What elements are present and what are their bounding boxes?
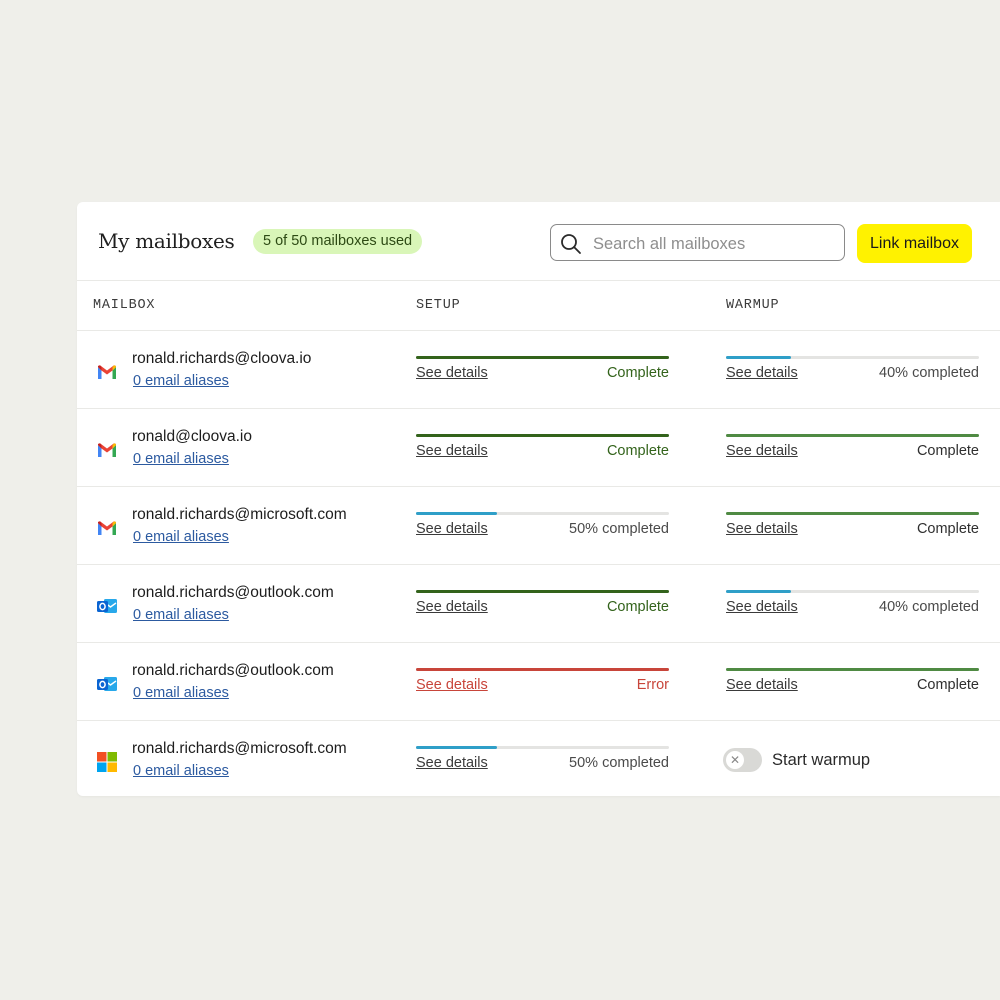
close-icon: ✕ <box>726 751 744 769</box>
status-text: Complete <box>606 443 669 459</box>
setup-progress: See details Error <box>416 668 669 693</box>
see-details-link[interactable]: See details <box>726 599 798 615</box>
progress-track <box>416 746 669 749</box>
progress-track <box>726 512 979 515</box>
progress-track <box>726 356 979 359</box>
progress-track <box>416 512 669 515</box>
setup-progress: See details 50% completed <box>416 512 669 537</box>
mailbox-email: ronald.richards@microsoft.com <box>132 740 347 757</box>
see-details-link[interactable]: See details <box>416 599 488 615</box>
status-text: Error <box>636 677 669 693</box>
status-text: 50% completed <box>569 521 669 537</box>
progress-fill <box>416 746 497 749</box>
see-details-link[interactable]: See details <box>416 365 488 381</box>
column-header-mailbox: MAILBOX <box>93 298 156 313</box>
warmup-progress: See details Complete <box>726 668 979 693</box>
setup-progress: See details 50% completed <box>416 746 669 771</box>
card-header: My mailboxes 5 of 50 mailboxes used Link… <box>77 202 1000 281</box>
progress-fill <box>726 434 979 437</box>
progress-track <box>416 434 669 437</box>
warmup-toggle-label: Start warmup <box>772 751 871 769</box>
mailbox-email: ronald.richards@outlook.com <box>132 584 334 601</box>
warmup-progress: See details 40% completed <box>726 356 979 381</box>
status-text: Complete <box>916 443 979 459</box>
setup-progress: See details Complete <box>416 590 669 615</box>
link-mailbox-button[interactable]: Link mailbox <box>857 224 972 263</box>
mailbox-list: ronald.richards@cloova.io 0 email aliases… <box>77 331 1000 796</box>
progress-track <box>726 668 979 671</box>
warmup-progress: See details 40% completed <box>726 590 979 615</box>
see-details-link[interactable]: See details <box>726 677 798 693</box>
see-details-link[interactable]: See details <box>416 677 488 693</box>
warmup-toggle[interactable]: ✕ <box>723 748 762 772</box>
email-aliases-link[interactable]: 0 email aliases <box>133 529 229 545</box>
email-aliases-link[interactable]: 0 email aliases <box>133 373 229 389</box>
see-details-link[interactable]: See details <box>726 365 798 381</box>
email-aliases-link[interactable]: 0 email aliases <box>133 451 229 467</box>
status-text: Complete <box>606 365 669 381</box>
see-details-link[interactable]: See details <box>416 443 488 459</box>
progress-fill <box>416 512 497 515</box>
email-aliases-link[interactable]: 0 email aliases <box>133 607 229 623</box>
progress-track <box>726 434 979 437</box>
table-row: ronald.richards@microsoft.com 0 email ali… <box>77 721 1000 796</box>
outlook-icon <box>96 673 118 695</box>
outlook-icon <box>96 595 118 617</box>
progress-fill <box>416 668 669 671</box>
status-text: Complete <box>916 677 979 693</box>
email-aliases-link[interactable]: 0 email aliases <box>133 763 229 779</box>
status-text: Complete <box>606 599 669 615</box>
progress-fill <box>416 590 669 593</box>
search-icon <box>560 233 582 260</box>
mailbox-email: ronald@cloova.io <box>132 428 252 445</box>
see-details-link[interactable]: See details <box>416 755 488 771</box>
progress-fill <box>726 590 791 593</box>
status-text: 40% completed <box>879 599 979 615</box>
table-row: ronald@cloova.io 0 email aliases See detai… <box>77 409 1000 487</box>
column-header-setup: SETUP <box>416 298 461 313</box>
gmail-icon <box>96 361 118 383</box>
see-details-link[interactable]: See details <box>726 521 798 537</box>
usage-badge: 5 of 50 mailboxes used <box>253 229 423 254</box>
warmup-progress: See details Complete <box>726 434 979 459</box>
see-details-link[interactable]: See details <box>726 443 798 459</box>
progress-track <box>416 590 669 593</box>
search-input[interactable] <box>591 231 835 257</box>
column-header-warmup: WARMUP <box>726 298 780 313</box>
email-aliases-link[interactable]: 0 email aliases <box>133 685 229 701</box>
status-text: 50% completed <box>569 755 669 771</box>
progress-track <box>726 590 979 593</box>
table-header: MAILBOX SETUP WARMUP <box>77 281 1000 331</box>
mailbox-email: ronald.richards@cloova.io <box>132 350 312 367</box>
progress-fill <box>726 356 791 359</box>
mailbox-email: ronald.richards@microsoft.com <box>132 506 347 523</box>
status-text: Complete <box>916 521 979 537</box>
table-row: ronald.richards@outlook.com 0 email alias… <box>77 565 1000 643</box>
setup-progress: See details Complete <box>416 434 669 459</box>
progress-fill <box>726 512 979 515</box>
page-title: My mailboxes <box>98 229 235 253</box>
progress-fill <box>416 434 669 437</box>
progress-track <box>416 356 669 359</box>
gmail-icon <box>96 439 118 461</box>
mailboxes-card: My mailboxes 5 of 50 mailboxes used Link… <box>77 202 1000 796</box>
progress-track <box>416 668 669 671</box>
table-row: ronald.richards@outlook.com 0 email alias… <box>77 643 1000 721</box>
search-box[interactable] <box>550 224 845 261</box>
warmup-progress: See details Complete <box>726 512 979 537</box>
mailbox-email: ronald.richards@outlook.com <box>132 662 334 679</box>
progress-fill <box>726 668 979 671</box>
setup-progress: See details Complete <box>416 356 669 381</box>
progress-fill <box>416 356 669 359</box>
status-text: 40% completed <box>879 365 979 381</box>
microsoft-icon <box>96 751 118 773</box>
table-row: ronald.richards@cloova.io 0 email aliases… <box>77 331 1000 409</box>
see-details-link[interactable]: See details <box>416 521 488 537</box>
gmail-icon <box>96 517 118 539</box>
table-row: ronald.richards@microsoft.com 0 email ali… <box>77 487 1000 565</box>
